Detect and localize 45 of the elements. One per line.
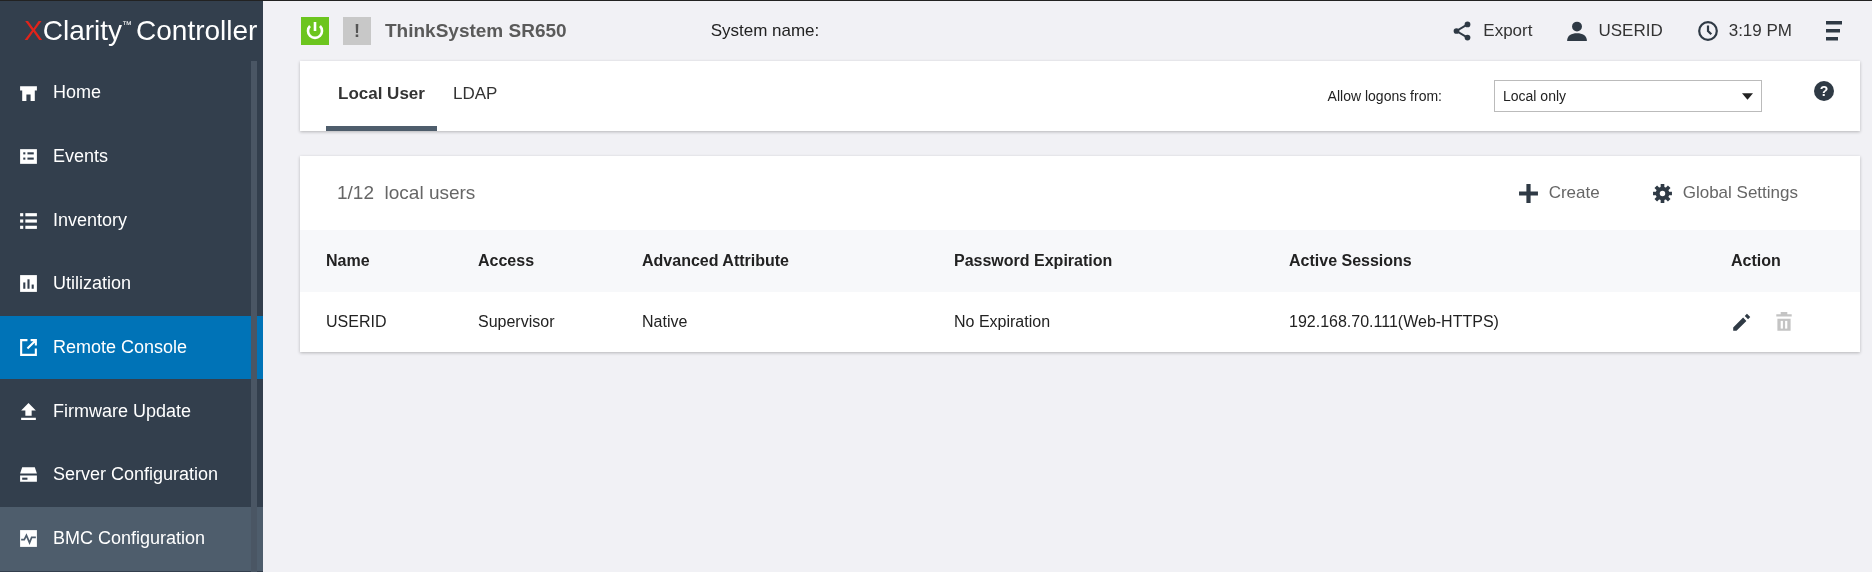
menu-icon[interactable] [1824,19,1844,43]
product-logo: XClarity™Controller [23,14,259,48]
caret-icon [1742,92,1753,100]
chart-icon [18,273,39,295]
logon-select[interactable]: Local only [1494,80,1762,112]
export-button[interactable]: Export [1441,20,1543,42]
allow-logons-label: Allow logons from: [1327,88,1442,104]
column-header: Active Sessions [1289,252,1413,270]
column-header: Name [326,252,371,270]
clock-icon [1696,20,1719,42]
table-cell-text: 192.168.70.111(Web-HTTPS) [1289,313,1500,331]
system-model: ThinkSystem SR650 [385,20,567,42]
sidebar-item[interactable]: Utilization [0,252,263,316]
user-icon [1566,20,1589,42]
user-menu[interactable]: USERID [1556,20,1673,42]
table-cell-text: Supervisor [478,313,556,331]
settings-icon [1651,182,1673,204]
sidebar-item[interactable]: Inventory [0,188,263,253]
pulse-icon [18,528,39,550]
sidebar-item[interactable]: Events [0,124,263,189]
tab[interactable]: LDAP [440,61,510,131]
global-settings-button[interactable]: Global Settings [1645,181,1804,205]
help-icon[interactable]: ? [1814,81,1834,101]
user-count: 1/12 local users [337,182,476,204]
time-text: 3:19 PM [1728,21,1792,41]
edit-icon[interactable] [1731,311,1753,333]
table-cell-text: No Expiration [954,313,1052,331]
column-header: Password Expiration [954,252,1114,270]
external-icon [18,337,39,359]
table-cell-text: Native [642,313,689,331]
sidebar-item[interactable]: Firmware Update [0,379,263,444]
table-cell-text: USERID [326,313,388,331]
create-button[interactable]: Create [1511,181,1606,205]
plus-icon [1517,182,1539,204]
sidebar-item[interactable]: Home [0,61,263,125]
column-header: Action [1731,252,1782,270]
system-name-label: System name: [710,21,820,41]
column-header: Advanced Attribute [642,252,790,270]
sidebar-item[interactable]: BMC Configuration [0,506,263,571]
column-header: Access [478,252,536,270]
warning-indicator[interactable]: ! [343,17,371,45]
sidebar-item[interactable]: Remote Console [0,315,263,380]
sidebar-item[interactable]: Server Configuration [0,443,263,507]
tab[interactable]: Local User [326,61,437,131]
upload-icon [18,400,39,422]
